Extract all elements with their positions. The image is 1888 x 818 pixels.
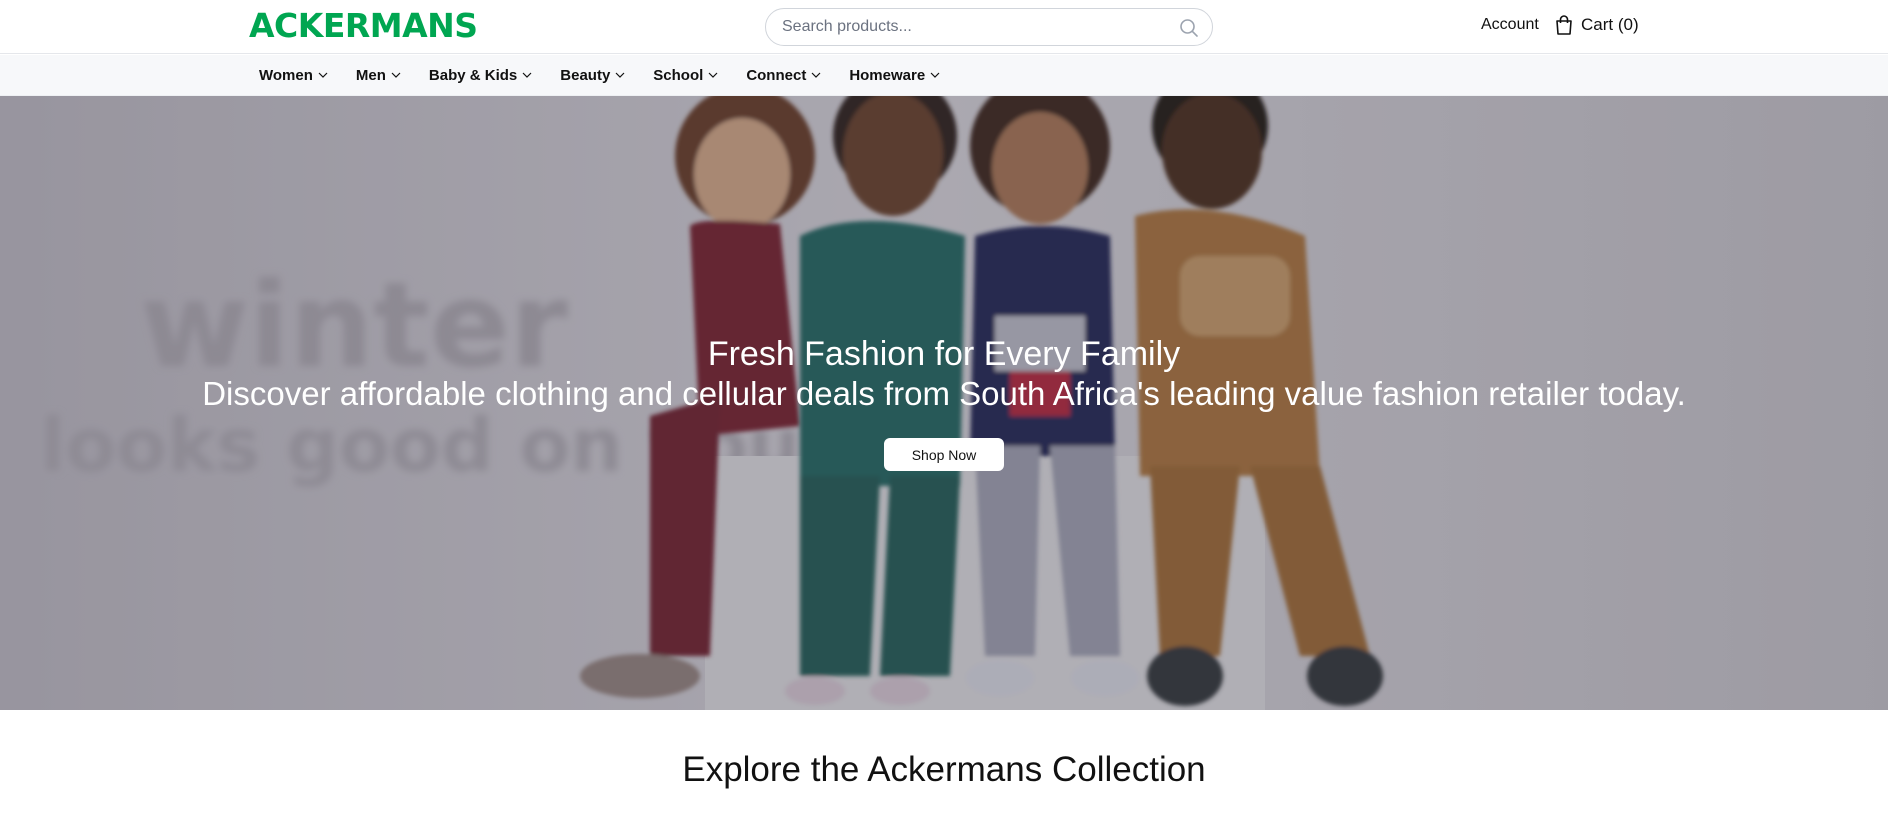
chevron-down-icon <box>708 72 718 78</box>
nav-item-label: School <box>653 66 704 84</box>
nav-item-label: Beauty <box>560 66 611 84</box>
chevron-down-icon <box>930 72 940 78</box>
nav-item-beauty[interactable]: Beauty <box>560 67 625 84</box>
hero-subtitle: Discover affordable clothing and cellula… <box>202 375 1686 412</box>
nav-item-school[interactable]: School <box>653 67 718 84</box>
nav-item-baby-kids[interactable]: Baby & Kids <box>429 67 532 84</box>
section-title: Explore the Ackermans Collection <box>682 750 1206 789</box>
brand-logo[interactable]: ACKERMANS <box>249 6 478 46</box>
account-link[interactable]: Account <box>1481 16 1539 34</box>
site-header: ACKERMANS Account Cart (0) <box>0 0 1888 54</box>
chevron-down-icon <box>811 72 821 78</box>
chevron-down-icon <box>318 72 328 78</box>
nav-item-label: Baby & Kids <box>428 66 518 84</box>
cart-button[interactable]: Cart (0) <box>1555 15 1639 35</box>
search-bar[interactable] <box>765 8 1213 46</box>
cart-label: Cart (0) <box>1581 15 1639 34</box>
chevron-down-icon <box>615 72 625 78</box>
nav-item-label: Homeware <box>849 66 926 84</box>
nav-item-label: Women <box>259 66 313 84</box>
hero-banner: winter looks good on you Fresh Fashion f… <box>0 96 1888 710</box>
shop-now-button[interactable]: Shop Now <box>884 438 1004 471</box>
search-input[interactable] <box>782 9 1162 45</box>
search-icon[interactable] <box>1178 17 1200 39</box>
shopping-bag-icon <box>1556 15 1572 35</box>
nav-items: Women Men Baby & Kids Beauty School Conn… <box>259 55 968 95</box>
nav-item-women[interactable]: Women <box>259 67 328 84</box>
hero-title: Fresh Fashion for Every Family <box>707 335 1181 373</box>
nav-item-label: Men <box>355 66 386 84</box>
nav-item-connect[interactable]: Connect <box>746 67 821 84</box>
nav-item-men[interactable]: Men <box>356 67 401 84</box>
chevron-down-icon <box>522 72 532 78</box>
nav-item-label: Connect <box>746 66 807 84</box>
main-nav: Women Men Baby & Kids Beauty School Conn… <box>0 55 1888 96</box>
chevron-down-icon <box>391 72 401 78</box>
nav-item-homeware[interactable]: Homeware <box>849 67 940 84</box>
